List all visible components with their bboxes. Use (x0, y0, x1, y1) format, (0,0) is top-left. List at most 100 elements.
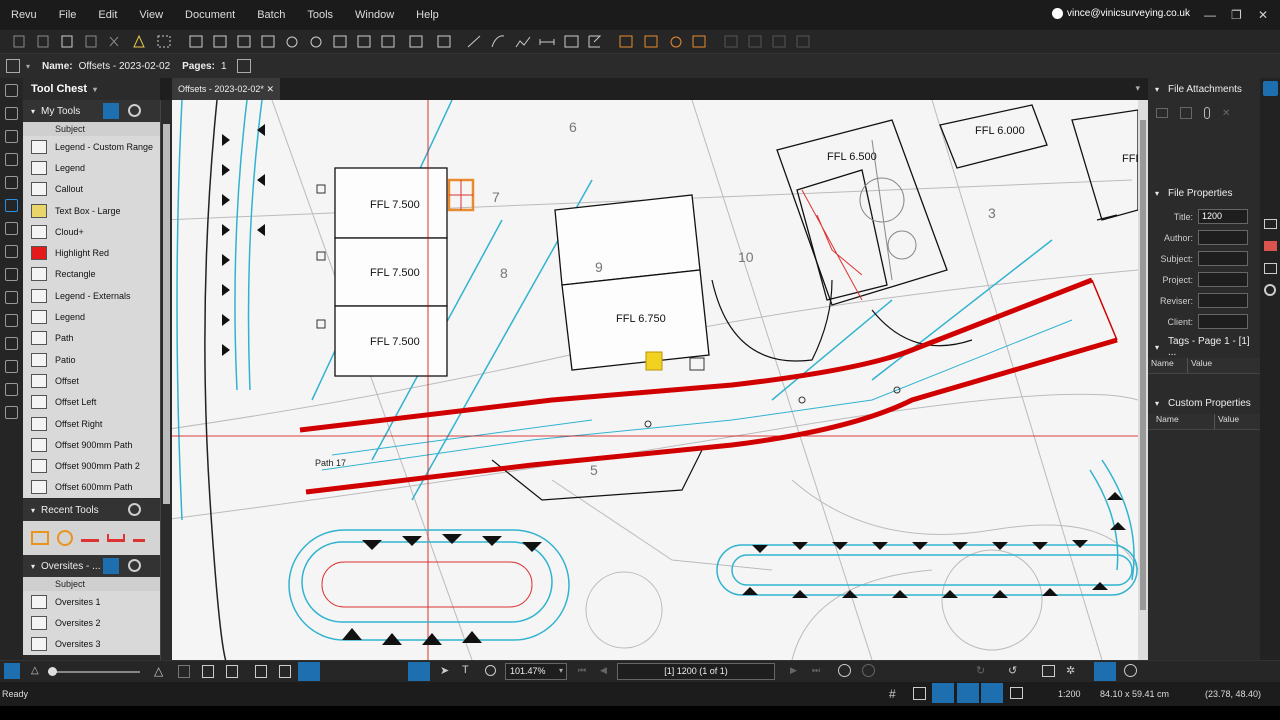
layers-icon[interactable] (5, 153, 18, 166)
account[interactable]: vince@vinicsurveying.co.uk (1052, 8, 1190, 19)
single-page-icon[interactable] (178, 665, 190, 678)
text-select-icon[interactable]: T (462, 664, 469, 676)
menu-view[interactable]: View (128, 9, 174, 21)
user-icon[interactable] (1124, 664, 1137, 677)
grid-icon[interactable] (5, 107, 18, 120)
undo-icon[interactable]: ↺ (1008, 664, 1017, 677)
property-value-input[interactable] (1198, 230, 1248, 245)
canvas-vertical-scrollbar[interactable] (1138, 100, 1148, 660)
file-attachments-header[interactable]: ▾ File Attachments (1148, 78, 1260, 100)
crop-icon[interactable] (279, 665, 291, 678)
sets-icon[interactable] (5, 406, 18, 419)
tool-item[interactable]: Offset Right (23, 412, 160, 435)
tool-item[interactable]: Legend (23, 157, 160, 179)
properties-icon[interactable] (5, 222, 18, 235)
property-value-input[interactable] (1198, 293, 1248, 308)
tool-item[interactable]: Legend - Custom Range (23, 136, 160, 158)
file-properties-header[interactable]: ▾ File Properties (1148, 182, 1260, 204)
camera-icon[interactable] (1264, 219, 1277, 229)
oversite-item[interactable]: Oversites 1 (23, 591, 160, 613)
last-page-icon[interactable]: ⏭ (812, 665, 820, 676)
measurements-icon[interactable] (5, 245, 18, 258)
grid-toggle-icon[interactable]: # (889, 687, 896, 701)
chevron-down-icon[interactable]: ▾ (93, 85, 97, 94)
oversite-item[interactable]: Oversites 2 (23, 612, 160, 634)
close-tab-icon[interactable]: ✕ (266, 84, 274, 94)
tool-item[interactable]: Cloud+ (23, 221, 160, 243)
collapse-icon[interactable]: ▾ (31, 506, 35, 515)
studio-icon[interactable] (5, 360, 18, 373)
tool-item[interactable]: Patio (23, 348, 160, 371)
recent-path-icon[interactable] (107, 534, 125, 543)
recent-rectangle-icon[interactable] (31, 531, 49, 546)
property-value-input[interactable] (1198, 251, 1248, 266)
record-icon[interactable] (1264, 241, 1277, 251)
document-tab[interactable]: Offsets - 2023-02-02* ✕ (172, 78, 280, 100)
tool-item[interactable]: Rectangle (23, 263, 160, 286)
tool-item[interactable]: Legend (23, 306, 160, 328)
menu-tools[interactable]: Tools (296, 9, 344, 21)
image-icon[interactable] (1264, 263, 1277, 274)
thumbnails-icon[interactable] (5, 84, 18, 97)
gear-icon[interactable] (128, 503, 141, 517)
tags-header[interactable]: ▾ Tags - Page 1 - [1] ... (1148, 336, 1260, 358)
collapse-icon[interactable]: ▾ (1155, 189, 1159, 198)
menu-window[interactable]: Window (344, 9, 405, 21)
gear-icon[interactable] (128, 559, 141, 573)
properties-mode-icon[interactable] (103, 558, 119, 575)
tool-item[interactable]: Offset 600mm Path (23, 476, 160, 499)
chevron-down-icon[interactable]: ▾ (26, 62, 30, 71)
content-snap-icon[interactable] (932, 683, 954, 703)
gear-icon[interactable] (1264, 284, 1276, 296)
recent-tools-header[interactable]: ▾ Recent Tools (23, 499, 160, 522)
tab-menu-icon[interactable]: ▾ (1135, 83, 1140, 94)
tool-item[interactable]: Offset (23, 370, 160, 392)
prev-page-icon[interactable]: ◀ (600, 665, 607, 676)
sync-icon[interactable] (255, 665, 267, 678)
split-vertical-icon[interactable] (202, 665, 214, 678)
settings-icon[interactable]: ✲ (1066, 664, 1075, 677)
minimize-icon[interactable]: — (1204, 8, 1216, 22)
recent-cloud-icon[interactable] (81, 534, 99, 543)
tool-item[interactable]: Legend - Externals (23, 285, 160, 307)
redo-icon[interactable]: ↻ (976, 664, 985, 677)
list-icon[interactable] (4, 663, 20, 679)
links-icon[interactable] (5, 314, 18, 327)
my-tools-header[interactable]: ▾ My Tools (23, 100, 160, 122)
collapse-icon[interactable]: ▾ (31, 107, 35, 116)
menu-document[interactable]: Document (174, 9, 246, 21)
menu-file[interactable]: File (48, 9, 88, 21)
signatures-icon[interactable] (5, 268, 18, 281)
collapse-icon[interactable]: ▾ (1155, 85, 1159, 94)
search-icon[interactable] (5, 337, 18, 350)
tool-item[interactable]: Highlight Red (23, 242, 160, 264)
collapse-icon[interactable]: ▾ (31, 562, 35, 571)
oversites-header[interactable]: ▾ Oversites - ... (23, 555, 160, 578)
tool-item[interactable]: Offset Left (23, 391, 160, 413)
property-value-input[interactable] (1198, 314, 1248, 329)
back-icon[interactable] (838, 664, 851, 677)
recent-circle-icon[interactable] (57, 530, 73, 547)
collapse-icon[interactable]: ▾ (1155, 399, 1159, 408)
tool-item[interactable]: Text Box - Large (23, 199, 160, 222)
sync-view-icon[interactable] (1010, 687, 1023, 699)
markup-edit-icon[interactable] (1094, 662, 1116, 681)
property-value-input[interactable] (1198, 272, 1248, 287)
properties-mode-icon[interactable] (103, 103, 119, 119)
reuse-icon[interactable] (981, 683, 1003, 703)
paperclip-icon[interactable] (1204, 107, 1210, 119)
close-icon[interactable]: ✕ (1258, 8, 1268, 22)
oversite-item[interactable]: Oversites 3 (23, 633, 160, 655)
gear-icon[interactable] (128, 104, 141, 117)
tool-item[interactable]: Callout (23, 178, 160, 200)
tool-item[interactable]: Path (23, 327, 160, 349)
forward-icon[interactable] (862, 664, 875, 677)
bookmarks-icon[interactable] (5, 130, 18, 143)
properties-tab-icon[interactable] (1263, 81, 1278, 96)
zoom-icon[interactable] (485, 665, 496, 676)
chevron-down-icon[interactable]: ▾ (559, 666, 563, 675)
warning-icon[interactable]: △ (31, 665, 39, 676)
save-icon[interactable] (1180, 107, 1192, 119)
property-value-input[interactable]: 1200 (1198, 209, 1248, 224)
markup-mode-icon[interactable] (298, 662, 320, 681)
